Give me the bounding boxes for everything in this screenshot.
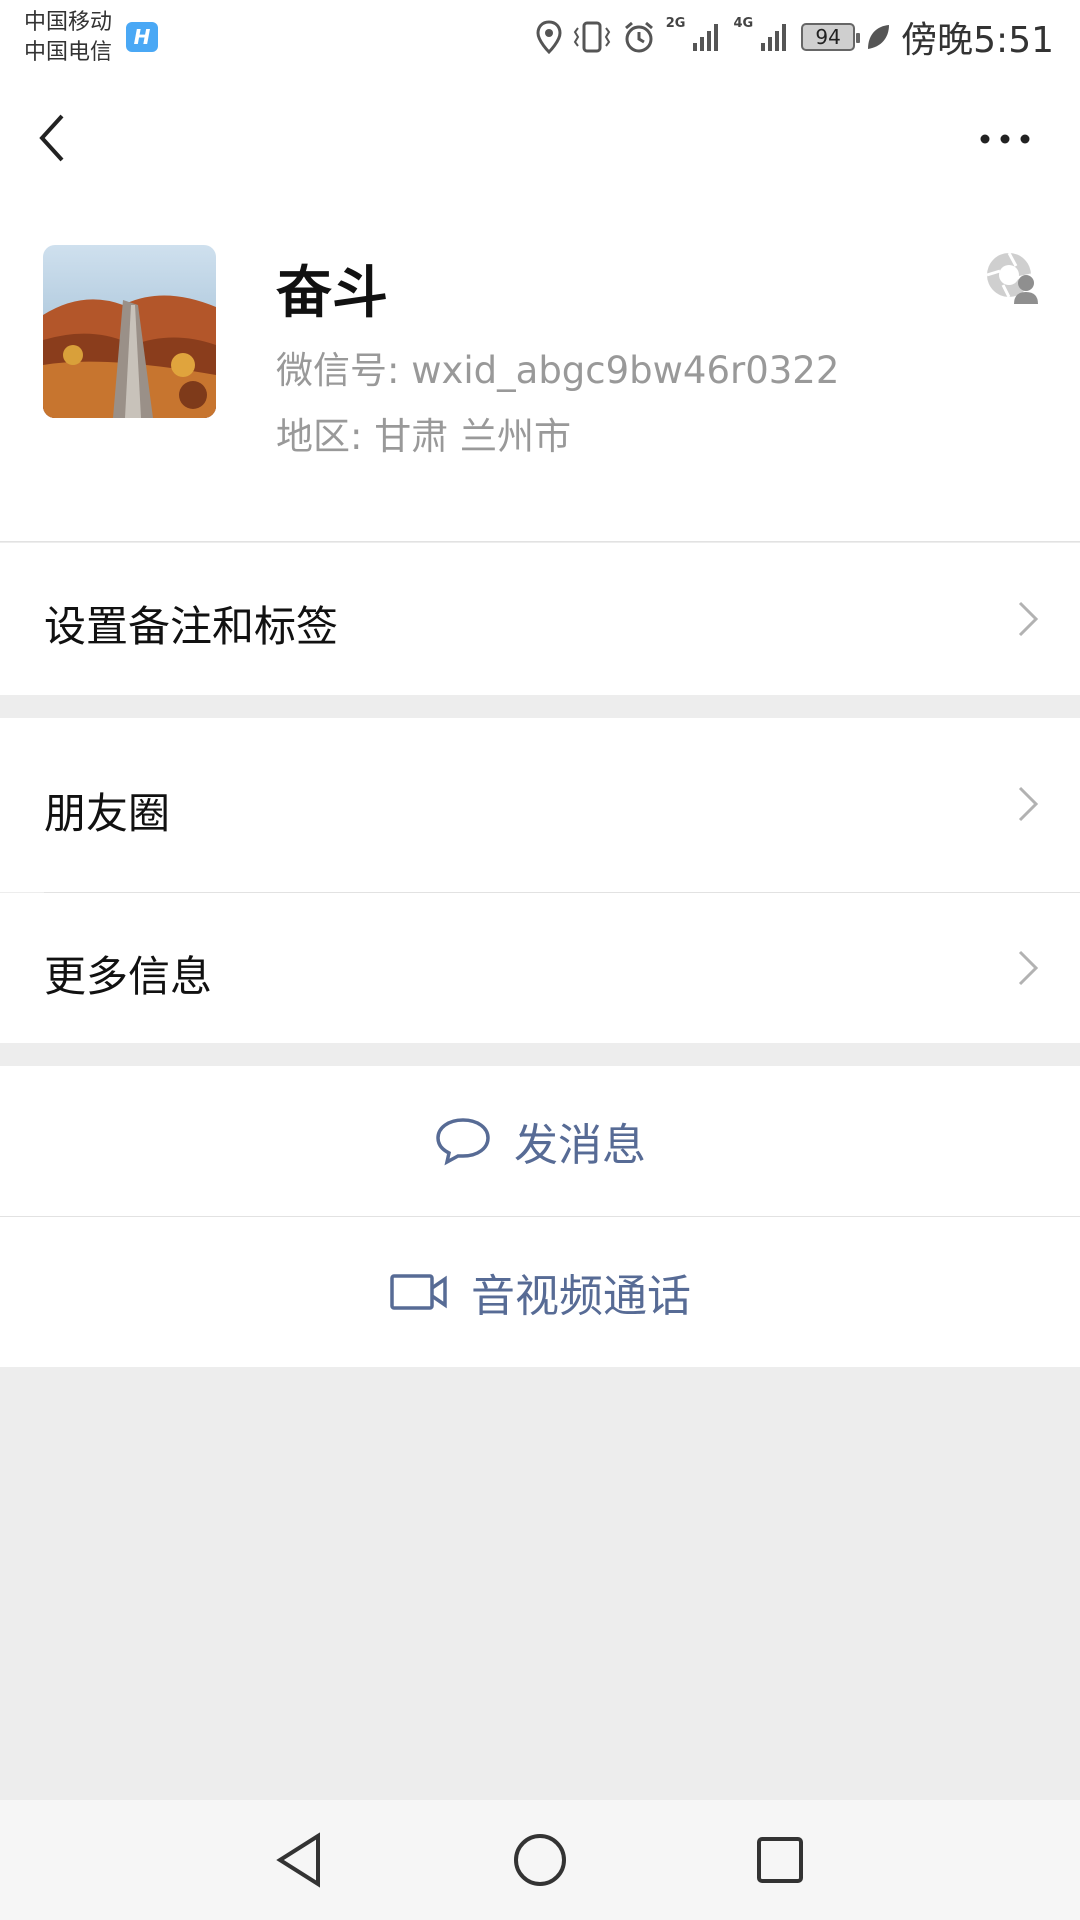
contact-name: 奋斗 xyxy=(276,261,388,326)
battery-indicator: 94 xyxy=(801,23,861,51)
signal-icon-1 xyxy=(693,24,719,51)
more-info-label: 更多信息 xyxy=(44,952,213,1001)
row-more-info[interactable]: 更多信息 xyxy=(0,893,1080,1043)
carrier-2: 中国电信 xyxy=(24,40,113,65)
more-dots-icon[interactable] xyxy=(970,114,1040,164)
row-set-remark[interactable]: 设置备注和标签 xyxy=(0,543,1080,695)
location-icon xyxy=(536,20,562,54)
chevron-right-icon xyxy=(1018,601,1039,637)
audio-video-call-label: 音视频通话 xyxy=(471,1271,691,1322)
row-moments[interactable]: 朋友圈 xyxy=(0,718,1080,892)
chevron-right-icon xyxy=(1018,786,1039,822)
contact-profile-screen: 中国移动 中国电信 H 2G 4G 94 傍晚5:51 奋斗 微信号: wxid… xyxy=(0,0,1080,1920)
chevron-right-icon xyxy=(1018,950,1039,986)
send-message-button[interactable]: 发消息 xyxy=(0,1066,1080,1216)
video-camera-icon xyxy=(390,1274,447,1310)
hd-badge: H xyxy=(126,22,158,52)
network-type-1: 2G xyxy=(665,16,686,31)
nav-home-circle-icon[interactable] xyxy=(510,1830,570,1890)
remark-label: 设置备注和标签 xyxy=(44,602,339,651)
signal-icon-2 xyxy=(761,24,787,51)
android-nav-bar xyxy=(0,1800,1080,1920)
status-time: 傍晚5:51 xyxy=(901,20,1054,61)
leaf-icon xyxy=(868,25,890,49)
moments-camera-icon[interactable] xyxy=(986,250,1040,304)
wechat-id: 微信号: wxid_abgc9bw46r0322 xyxy=(276,349,840,392)
network-type-2: 4G xyxy=(733,16,754,31)
send-message-label: 发消息 xyxy=(514,1120,646,1171)
region: 地区: 甘肃 兰州市 xyxy=(276,415,571,458)
top-nav-bar xyxy=(0,78,1080,198)
status-bar: 中国移动 中国电信 H 2G 4G 94 傍晚5:51 xyxy=(0,0,1080,78)
alarm-icon xyxy=(624,21,653,53)
carrier-1: 中国移动 xyxy=(24,10,113,35)
back-arrow-icon[interactable] xyxy=(30,108,80,168)
profile-card: 奋斗 微信号: wxid_abgc9bw46r0322 地区: 甘肃 兰州市 xyxy=(0,198,1080,542)
status-icons: 2G 4G 94 傍晚5:51 xyxy=(536,12,1054,62)
audio-video-call-button[interactable]: 音视频通话 xyxy=(0,1217,1080,1367)
carrier-info: 中国移动 中国电信 xyxy=(24,8,112,68)
chat-bubble-icon xyxy=(436,1118,490,1166)
nav-back-triangle-icon[interactable] xyxy=(270,1830,330,1890)
moments-label: 朋友圈 xyxy=(44,789,171,838)
avatar[interactable] xyxy=(43,245,216,418)
nav-recents-square-icon[interactable] xyxy=(750,1830,810,1890)
vibrate-icon xyxy=(573,21,610,53)
